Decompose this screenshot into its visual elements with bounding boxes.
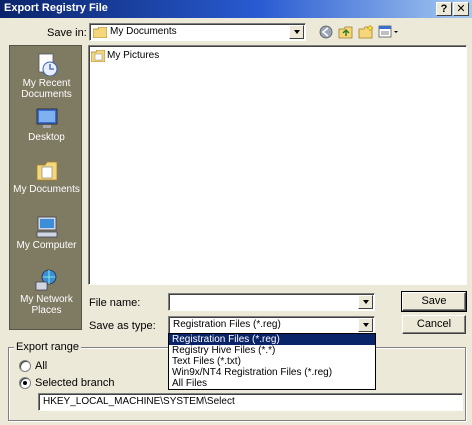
save-as-type-dropdown[interactable]: Registration Files (*.reg) Registry Hive… [168, 333, 376, 390]
up-folder-icon[interactable] [338, 24, 354, 40]
place-label: Desktop [28, 132, 65, 143]
selected-branch-label: Selected branch [35, 377, 115, 389]
file-name-label: File name: [89, 297, 141, 309]
new-folder-icon[interactable] [358, 24, 374, 40]
places-bar: My Recent Documents Desktop My Documents… [9, 45, 82, 330]
my-documents-icon [36, 161, 57, 181]
selected-branch-radio[interactable] [19, 377, 31, 389]
dropdown-option[interactable]: All Files [169, 378, 375, 389]
views-menu-icon[interactable] [378, 24, 400, 40]
place-network-places[interactable]: My Network Places [10, 268, 83, 316]
title-bar[interactable]: Export Registry File ? ✕ [0, 0, 472, 18]
network-places-icon [35, 269, 56, 291]
place-my-documents[interactable]: My Documents [10, 158, 83, 195]
folder-icon [91, 50, 105, 62]
close-button[interactable]: ✕ [453, 2, 469, 16]
recent-documents-icon [38, 53, 57, 76]
dropdown-option[interactable]: Registration Files (*.reg) [169, 334, 375, 345]
dropdown-option[interactable]: Text Files (*.txt) [169, 356, 375, 367]
save-as-type-combo[interactable]: Registration Files (*.reg) [168, 316, 375, 334]
place-desktop[interactable]: Desktop [10, 106, 83, 143]
save-in-value: My Documents [110, 26, 177, 37]
save-button[interactable]: Save [401, 291, 467, 312]
place-recent-documents[interactable]: My Recent Documents [10, 52, 83, 100]
desktop-icon [36, 108, 57, 128]
dropdown-option[interactable]: Registry Hive Files (*.*) [169, 345, 375, 356]
place-label: My Computer [16, 240, 77, 251]
branch-input[interactable]: HKEY_LOCAL_MACHINE\SYSTEM\Select [38, 393, 463, 411]
chevron-down-icon[interactable] [289, 25, 304, 39]
cancel-button[interactable]: Cancel [402, 315, 466, 334]
help-button[interactable]: ? [436, 2, 452, 16]
all-radio-label: All [35, 360, 48, 372]
save-in-label: Save in: [47, 27, 87, 39]
dropdown-option[interactable]: Win9x/NT4 Registration Files (*.reg) [169, 367, 375, 378]
back-icon[interactable] [318, 24, 334, 40]
place-my-computer[interactable]: My Computer [10, 214, 83, 251]
file-name-text: My Pictures [107, 50, 160, 61]
place-label: My Recent Documents [21, 78, 72, 100]
place-label: My Documents [13, 184, 80, 195]
file-name-combo[interactable] [168, 293, 375, 311]
all-radio[interactable] [19, 360, 31, 372]
window-title: Export Registry File [4, 2, 108, 14]
save-in-combo[interactable]: My Documents [89, 23, 306, 41]
export-range-label: Export range [14, 341, 81, 353]
place-label: My Network Places [20, 294, 73, 316]
close-icon: ✕ [456, 3, 466, 15]
branch-value: HKEY_LOCAL_MACHINE\SYSTEM\Select [43, 396, 235, 407]
file-list[interactable]: My Pictures [88, 45, 467, 285]
save-as-type-label: Save as type: [89, 320, 156, 332]
folder-icon [93, 27, 107, 38]
chevron-down-icon[interactable] [358, 318, 373, 332]
chevron-down-icon[interactable] [358, 295, 373, 309]
save-as-type-value: Registration Files (*.reg) [173, 319, 281, 330]
my-computer-icon [36, 216, 57, 238]
